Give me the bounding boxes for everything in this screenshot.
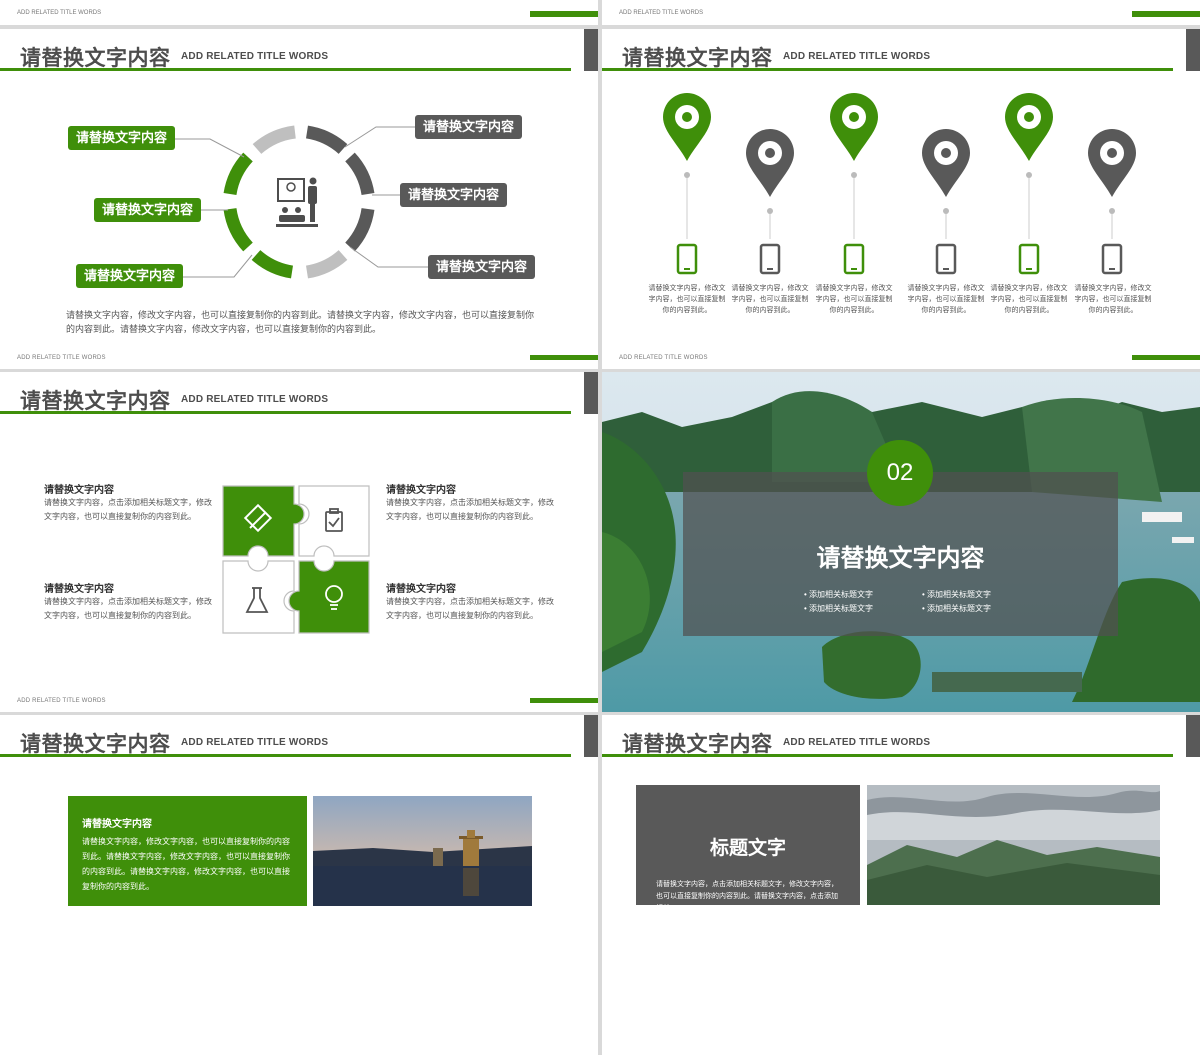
slide-footer: ADD RELATED TITLE WORDS xyxy=(17,698,106,704)
pin-connector-dot xyxy=(1109,208,1115,214)
pin-connector-dot xyxy=(767,208,773,214)
slide-footer: ADD RELATED TITLE WORDS xyxy=(17,10,102,16)
pin-connector-dot xyxy=(851,172,857,178)
puzzle-piece-3 xyxy=(222,560,295,634)
label-left-2: 请替换文字内容 xyxy=(94,198,202,222)
section-heading: 请替换文字内容 xyxy=(816,545,985,572)
section-number-badge: 02 xyxy=(867,440,933,506)
prev-slide-left[interactable]: ADD RELATED TITLE WORDS xyxy=(0,0,598,25)
label-right-2: 请替换文字内容 xyxy=(400,183,508,207)
card-title: 标题文字 xyxy=(709,838,786,859)
presentation-icon xyxy=(276,177,318,227)
location-pin-icon xyxy=(746,129,794,197)
slide-footer: ADD RELATED TITLE WORDS xyxy=(619,10,704,16)
corner-block xyxy=(584,715,598,757)
footer-bar xyxy=(1132,355,1200,360)
phone-icon xyxy=(935,243,957,275)
footer-bar xyxy=(1132,11,1200,17)
phone-icon xyxy=(1018,243,1040,275)
pin-connector-dot xyxy=(1026,172,1032,178)
footer-bar xyxy=(530,11,598,17)
label-right-1: 请替换文字内容 xyxy=(415,115,523,139)
mountain-photo xyxy=(867,785,1160,905)
green-card: 请替换文字内容 请替换文字内容，修改文字内容，也可以直接复制你的内容到此。请替换… xyxy=(68,796,307,906)
card-text: 请替换文字内容，修改文字内容，也可以直接复制你的内容到此。请替换文字内容，修改文… xyxy=(82,837,290,891)
pin-caption-2: 请替换文字内容，修改文字内容，也可以直接复制你的内容到此。 xyxy=(731,285,809,314)
location-pin-icon xyxy=(663,93,711,161)
bullet-3: • 添加相关标题文字 xyxy=(804,604,874,613)
puzzle-piece-1 xyxy=(222,485,305,557)
location-pin-icon xyxy=(1088,129,1136,197)
slide-subtitle: ADD RELATED TITLE WORDS xyxy=(783,737,931,748)
pins-diagram xyxy=(663,93,1136,275)
gray-card: 标题文字 请替换文字内容，点击添加相关标题文字，修改文字内容，也可以直接复制你的… xyxy=(636,785,860,912)
location-pin-icon xyxy=(922,129,970,197)
body-text: 请替换文字内容，修改文字内容，也可以直接复制你的内容到此。请替换文字内容，修改文… xyxy=(66,310,535,334)
phone-icon xyxy=(759,243,781,275)
pin-caption-6: 请替换文字内容，修改文字内容，也可以直接复制你的内容到此。 xyxy=(1074,285,1152,314)
slide-location-pins[interactable]: 请替换文字内容 ADD RELATED TITLE WORDS 请替换文字内容，… xyxy=(602,29,1200,369)
phone-icon xyxy=(843,243,865,275)
pin-connector-dot xyxy=(684,172,690,178)
location-pin-icon xyxy=(1005,93,1053,161)
slide-footer: ADD RELATED TITLE WORDS xyxy=(17,355,106,361)
puzzle-piece-2 xyxy=(298,485,370,557)
slide-footer: ADD RELATED TITLE WORDS xyxy=(619,355,708,361)
prev-slide-right[interactable]: ADD RELATED TITLE WORDS xyxy=(602,0,1200,25)
label-right-3: 请替换文字内容 xyxy=(428,255,536,279)
puzzle-graphic xyxy=(222,485,370,634)
slide-subtitle: ADD RELATED TITLE WORDS xyxy=(181,737,329,748)
bullet-2: • 添加相关标题文字 xyxy=(922,590,992,599)
pin-caption-4: 请替换文字内容，修改文字内容，也可以直接复制你的内容到此。 xyxy=(907,285,985,314)
slide-gray-card-photo[interactable]: 请替换文字内容 ADD RELATED TITLE WORDS 标题文字 请替换… xyxy=(602,715,1200,1055)
pin-caption-5: 请替换文字内容，修改文字内容，也可以直接复制你的内容到此。 xyxy=(990,285,1068,314)
slide-circle-diagram[interactable]: 请替换文字内容 ADD RELATED TITLE WORDS 请替换文字内容 … xyxy=(0,29,598,369)
footer-bar xyxy=(530,355,598,360)
pin-connector-dot xyxy=(943,208,949,214)
corner-block xyxy=(1186,715,1200,757)
bullet-1: • 添加相关标题文字 xyxy=(804,590,874,599)
pin-caption-3: 请替换文字内容，修改文字内容，也可以直接复制你的内容到此。 xyxy=(815,285,893,314)
pin-caption-1: 请替换文字内容，修改文字内容，也可以直接复制你的内容到此。 xyxy=(648,285,726,314)
title-rule xyxy=(602,754,1173,757)
slide-grid: ADD RELATED TITLE WORDS ADD RELATED TITL… xyxy=(0,0,1200,1055)
bullet-4: • 添加相关标题文字 xyxy=(922,604,992,613)
phone-icon xyxy=(1101,243,1123,275)
phone-icon xyxy=(676,243,698,275)
card-text: 请替换文字内容，点击添加相关标题文字，修改文字内容，也可以直接复制你的内容到此。… xyxy=(656,881,838,912)
card-title: 请替换文字内容 xyxy=(82,819,152,830)
title-rule xyxy=(0,754,571,757)
location-pin-icon xyxy=(830,93,878,161)
slide-puzzle[interactable]: 请替换文字内容 ADD RELATED TITLE WORDS 请替换文字内容 … xyxy=(0,372,598,712)
footer-bar xyxy=(530,698,598,703)
slide-section-photo[interactable]: 02 请替换文字内容 • 添加相关标题文字 • 添加相关标题文字 • 添加相关标… xyxy=(602,372,1200,712)
label-left-1: 请替换文字内容 xyxy=(68,126,176,150)
slide-card-photo[interactable]: 请替换文字内容 ADD RELATED TITLE WORDS 请替换文字内容 … xyxy=(0,715,598,1055)
section-number: 02 xyxy=(886,459,914,486)
puzzle-piece-4 xyxy=(288,560,370,634)
label-left-3: 请替换文字内容 xyxy=(76,264,184,288)
pagoda-photo xyxy=(313,796,532,906)
